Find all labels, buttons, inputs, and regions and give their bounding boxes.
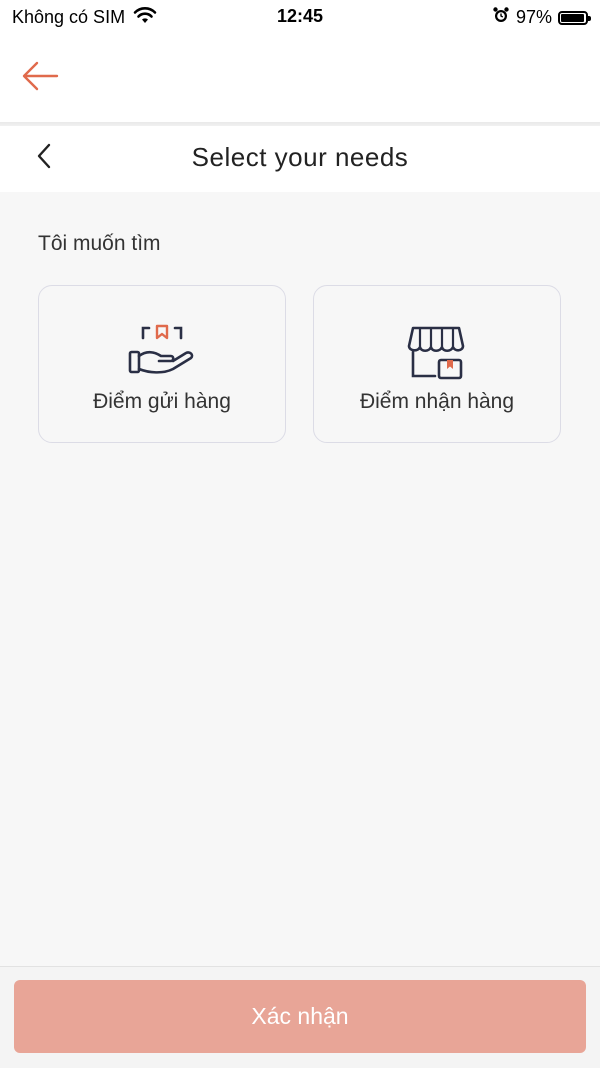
option-label-receive-point: Điểm nhận hàng bbox=[359, 390, 515, 413]
page-header: Select your needs bbox=[0, 126, 600, 192]
battery-percent: 97% bbox=[515, 7, 552, 27]
back-button[interactable] bbox=[18, 56, 62, 100]
arrow-left-icon bbox=[21, 60, 59, 97]
top-nav bbox=[0, 34, 600, 122]
option-card-send-point[interactable]: Điểm gửi hàng bbox=[38, 285, 286, 443]
page-title: Select your needs bbox=[191, 142, 409, 172]
confirm-button[interactable]: Xác nhận bbox=[14, 980, 586, 1053]
alarm-icon bbox=[492, 6, 510, 29]
option-card-receive-point[interactable]: Điểm nhận hàng bbox=[313, 285, 561, 443]
battery-fill bbox=[561, 13, 585, 22]
store-package-icon bbox=[314, 324, 560, 382]
option-label-send-point: Điểm gửi hàng bbox=[93, 390, 231, 413]
section-label: Tôi muốn tìm bbox=[38, 232, 161, 255]
footer: Xác nhận bbox=[0, 966, 600, 1068]
status-bar: Không có SIM 12:45 97% bbox=[0, 0, 600, 34]
battery-icon bbox=[558, 10, 591, 25]
hand-package-icon bbox=[39, 324, 285, 380]
status-right: 97% bbox=[492, 6, 591, 29]
